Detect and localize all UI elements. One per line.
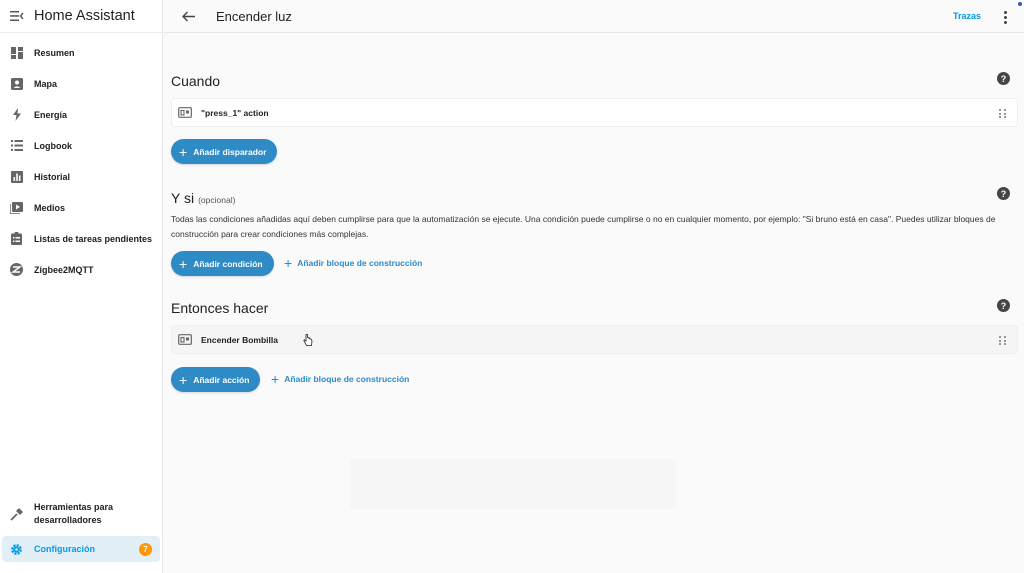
conditions-description: Todas las condiciones añadidas aquí debe… — [171, 214, 996, 239]
developer-tools-label: Herramientas para desarrolladores — [34, 502, 114, 525]
section-title: Y si — [171, 190, 195, 206]
sidebar-item-listas-de-tareas[interactable]: Listas de tareas pendientes — [0, 223, 162, 254]
chart-bar-icon — [9, 169, 24, 184]
traces-button[interactable]: Trazas — [953, 11, 981, 21]
drag-handle-icon[interactable] — [999, 109, 1007, 118]
sidebar-item-mapa[interactable]: Mapa — [0, 68, 162, 99]
page-title: Encender luz — [216, 8, 292, 24]
section-when-header: Cuando — [171, 73, 220, 89]
section-title: Cuando — [171, 73, 221, 89]
section-then-header: Entonces hacer — [171, 300, 268, 316]
action-label: Encender Bombilla — [201, 334, 278, 345]
top-bar: Encender luz Trazas — [164, 0, 1024, 33]
help-icon[interactable]: ? — [997, 187, 1010, 200]
add-trigger-button[interactable]: + Añadir disparador — [171, 139, 278, 164]
lightning-icon — [9, 107, 24, 122]
plus-icon: + — [179, 371, 188, 388]
add-building-block-condition-button[interactable]: + Añadir bloque de construcción — [284, 253, 422, 273]
plus-icon: + — [179, 255, 188, 272]
sidebar-item-label: Mapa — [34, 78, 58, 89]
plus-icon: + — [284, 255, 293, 271]
sidebar-item-historial[interactable]: Historial — [0, 161, 162, 192]
trigger-row[interactable]: "press_1" action — [171, 98, 1018, 127]
help-icon[interactable]: ? — [997, 299, 1010, 312]
sidebar-item-developer-tools[interactable]: Herramientas para desarrolladores — [0, 498, 162, 530]
play-box-icon — [9, 200, 24, 215]
sidebar-item-label: Resumen — [34, 47, 75, 58]
hammer-icon — [9, 507, 24, 522]
faded-overlay — [350, 459, 676, 509]
list-icon — [9, 138, 24, 153]
sidebar-item-resumen[interactable]: Resumen — [0, 37, 162, 68]
sidebar-header: Home Assistant — [0, 0, 162, 33]
sidebar-item-label: Historial — [34, 171, 71, 182]
sidebar-item-label: Medios — [34, 202, 66, 213]
action-row[interactable]: Encender Bombilla — [171, 325, 1018, 354]
menu-collapse-icon[interactable] — [9, 8, 25, 24]
plus-icon: + — [179, 143, 188, 160]
sidebar-item-label: Logbook — [34, 140, 72, 151]
clipboard-list-icon — [9, 231, 24, 246]
device-icon — [178, 107, 192, 119]
sidebar-item-configuracion[interactable]: Configuración 7 — [2, 536, 160, 562]
mouse-cursor-icon — [303, 334, 313, 346]
sidebar-item-zigbee2mqtt[interactable]: Zigbee2MQTT — [0, 254, 162, 285]
dashboard-icon — [9, 45, 24, 60]
section-subtitle: (opcional) — [198, 195, 236, 205]
sidebar-item-medios[interactable]: Medios — [0, 192, 162, 223]
sidebar-item-energia[interactable]: Energía — [0, 99, 162, 130]
sidebar-item-label: Energía — [34, 109, 68, 120]
sidebar-item-label: Listas de tareas pendientes — [34, 233, 153, 244]
app-title: Home Assistant — [34, 8, 135, 24]
help-icon[interactable]: ? — [997, 72, 1010, 85]
add-condition-button[interactable]: + Añadir condición — [171, 251, 274, 276]
add-action-button[interactable]: + Añadir acción — [171, 367, 261, 392]
more-options-icon[interactable] — [1000, 9, 1010, 25]
drag-handle-icon[interactable] — [999, 336, 1007, 345]
notification-badge: 7 — [139, 542, 152, 556]
section-title: Entonces hacer — [171, 300, 269, 316]
plus-icon: + — [271, 371, 280, 387]
notification-dot — [1018, 2, 1022, 6]
gear-icon — [9, 542, 24, 557]
sidebar-item-label: Zigbee2MQTT — [34, 264, 94, 275]
section-and-if-header: Y si (opcional) — [171, 190, 235, 206]
zigbee-icon — [9, 262, 24, 277]
sidebar: Home Assistant Resumen Mapa Energía Logb… — [0, 0, 163, 573]
add-building-block-action-button[interactable]: + Añadir bloque de construcción — [271, 369, 409, 389]
map-icon — [9, 76, 24, 91]
back-arrow-icon[interactable] — [180, 8, 196, 24]
sidebar-item-label: Configuración — [34, 544, 95, 554]
trigger-label: "press_1" action — [201, 107, 269, 118]
device-icon — [178, 334, 192, 346]
sidebar-item-logbook[interactable]: Logbook — [0, 130, 162, 161]
